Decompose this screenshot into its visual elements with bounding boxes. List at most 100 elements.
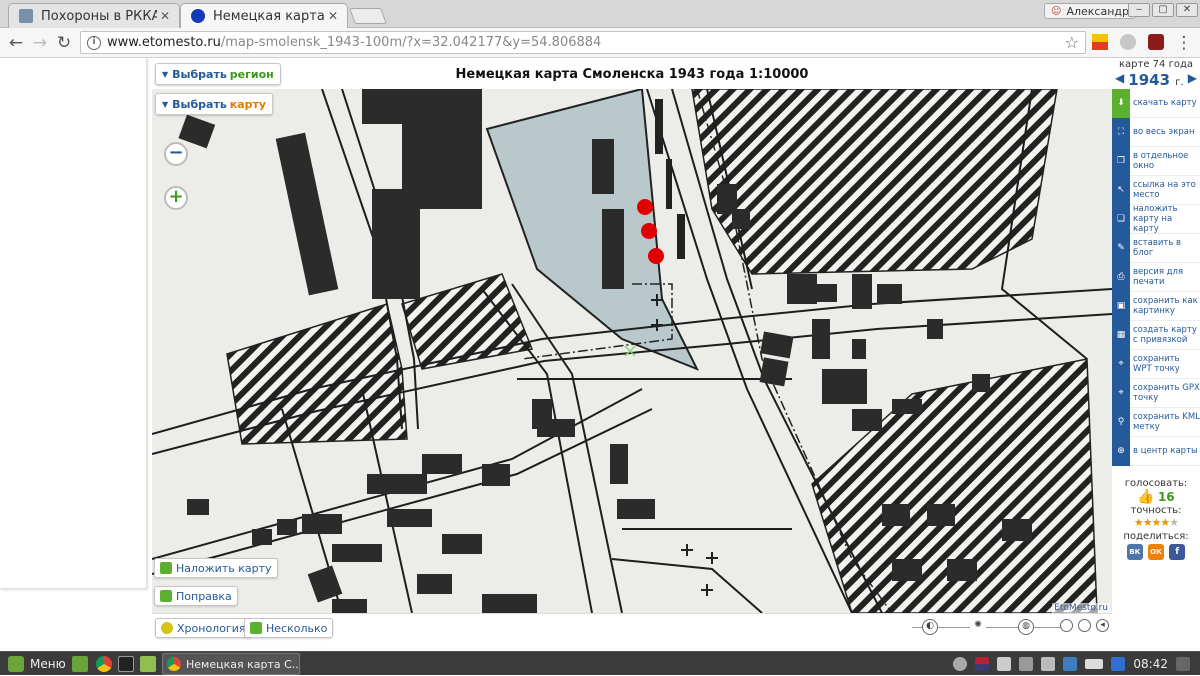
side-item-wpt[interactable]: ⌖ сохранить WPT точку (1112, 349, 1200, 379)
overlay-icon (160, 562, 172, 574)
correction-icon (160, 590, 172, 602)
new-tab-button[interactable] (349, 8, 387, 24)
share-facebook-button[interactable]: f (1169, 544, 1186, 560)
chevron-down-icon: ▼ (162, 69, 169, 79)
profile-button[interactable]: ☺ Александр (1044, 3, 1136, 19)
tab-title: Немецкая карта С (213, 8, 325, 24)
extension-circle-icon[interactable] (1120, 34, 1136, 50)
side-item-fullscreen[interactable]: ⛶ во весь экран (1112, 117, 1200, 147)
print-icon: ⎙ (1112, 262, 1130, 292)
close-icon[interactable]: ✕ (157, 9, 173, 23)
bluetooth-icon[interactable] (1111, 657, 1126, 671)
url-host: www.etomesto.ru (107, 35, 221, 50)
battery-icon[interactable] (1085, 659, 1104, 669)
info-icon[interactable]: i (87, 35, 101, 50)
user-icon[interactable] (953, 657, 968, 671)
share-vk-button[interactable]: ВК (1126, 544, 1143, 560)
side-item-overlay[interactable]: ❏ наложить карту на карту (1112, 204, 1200, 234)
opacity-icon[interactable]: ◍ (1018, 619, 1034, 635)
forward-arrow-icon[interactable]: → (30, 33, 50, 53)
side-item-print[interactable]: ⎙ версия для печати (1112, 262, 1200, 292)
side-item-blog[interactable]: ✎ вставить в блог (1112, 233, 1200, 263)
year-selector: карте 74 года 1943 г. ◀ ▶ (1112, 59, 1200, 89)
taskbar: Меню Немецкая карта С... 08:42 (0, 651, 1200, 675)
network-icon[interactable] (1019, 657, 1034, 671)
side-item-link[interactable]: ↖ ссылка на это место (1112, 175, 1200, 205)
layer-mid-icon[interactable] (1078, 619, 1091, 632)
zoom-in-button[interactable]: + (164, 186, 188, 210)
close-icon[interactable]: ✕ (325, 9, 341, 23)
side-item-center[interactable]: ⊕ в центр карты (1112, 436, 1200, 466)
map-marker-2 (641, 223, 657, 239)
address-bar[interactable]: i www.etomesto.ru /map-smolensk_1943-100… (80, 31, 1086, 54)
reload-icon[interactable]: ↻ (54, 33, 74, 53)
older-map-link[interactable]: карте 74 года (1112, 59, 1200, 71)
overlay-map-label: Наложить карту (176, 561, 272, 575)
clock[interactable]: 08:42 (1133, 657, 1168, 671)
volume-icon[interactable] (1041, 657, 1056, 671)
contrast-icon[interactable]: ◐ (922, 619, 938, 635)
wifi-icon[interactable] (997, 657, 1012, 671)
side-item-gpx[interactable]: ⌖ сохранить GPX точку (1112, 378, 1200, 408)
close-window-button[interactable]: ✕ (1176, 3, 1198, 17)
layer-up-icon[interactable] (1060, 619, 1073, 632)
keyboard-layout-flag-icon[interactable] (975, 657, 990, 671)
several-button[interactable]: Несколько (244, 618, 334, 638)
terminal-launcher-icon[interactable] (118, 656, 134, 672)
select-map-button[interactable]: ▼ Выбрать карту (155, 93, 274, 115)
taskbar-window-chrome[interactable]: Немецкая карта С... (162, 653, 300, 675)
minimize-button[interactable]: ‒ (1128, 3, 1150, 17)
pencil-icon: ✎ (1112, 233, 1130, 263)
map-canvas[interactable]: − + Наложить карту Поправка EtoMesto.ru (152, 89, 1112, 613)
files-launcher-icon[interactable] (140, 656, 156, 672)
vote-panel: голосовать: 👍 16 точность: ★★★★★ поделит… (1112, 478, 1200, 560)
tab-title: Похороны в РККА (41, 8, 157, 24)
share-label: поделиться: (1123, 531, 1189, 542)
accuracy-stars[interactable]: ★★★★★ (1112, 516, 1200, 529)
page-title: Немецкая карта Смоленска 1943 года 1:100… (455, 66, 809, 82)
select-region-word: регион (229, 67, 274, 81)
start-menu-button[interactable]: Меню (2, 654, 72, 674)
thumbs-up-icon[interactable]: 👍 (1137, 489, 1154, 505)
window-icon: ❐ (1112, 146, 1130, 176)
notification-icon[interactable] (1176, 657, 1190, 671)
share-ok-button[interactable]: ОК (1148, 544, 1164, 560)
select-region-prefix: Выбрать (172, 67, 227, 81)
correction-button[interactable]: Поправка (154, 586, 238, 606)
side-item-new-window[interactable]: ❐ в отдельное окно (1112, 146, 1200, 176)
prev-year-arrow-icon[interactable]: ◀ (1115, 71, 1124, 85)
year-number: 1943 (1128, 71, 1171, 89)
zoom-out-button[interactable]: − (164, 142, 188, 166)
vote-row: 👍 16 (1112, 489, 1200, 505)
bookmark-star-icon[interactable]: ☆ (1065, 33, 1079, 52)
brightness-icon[interactable]: ✺ (970, 619, 986, 635)
map-credit[interactable]: EtoMesto.ru (1052, 603, 1110, 613)
left-panel (0, 58, 147, 589)
tab-funerals[interactable]: Похороны в РККА ✕ (8, 3, 180, 28)
tab-favicon-icon (191, 9, 205, 23)
shield-icon[interactable] (1063, 657, 1078, 671)
maximize-button[interactable]: ▢ (1152, 3, 1174, 17)
extension-flag-icon[interactable] (1092, 34, 1108, 50)
start-menu-label: Меню (30, 657, 66, 671)
tab-german-map[interactable]: Немецкая карта С ✕ (180, 3, 348, 28)
back-arrow-icon[interactable]: ← (6, 33, 26, 53)
side-item-save-image[interactable]: ▣ сохранить как картинку (1112, 291, 1200, 321)
layer-back-icon[interactable]: ◂ (1096, 619, 1109, 632)
chronology-label: Хронология (177, 621, 246, 635)
next-year-arrow-icon[interactable]: ▶ (1188, 71, 1197, 85)
show-desktop-icon[interactable] (72, 656, 88, 672)
chronology-button[interactable]: Хронология (155, 618, 252, 638)
layers-icon: ❏ (1112, 204, 1130, 234)
select-region-button[interactable]: ▼ Выбрать регион (155, 63, 281, 85)
menu-icon[interactable]: ⋮ (1174, 33, 1194, 53)
side-item-kml[interactable]: ⚲ сохранить KML метку (1112, 407, 1200, 437)
system-tray: 08:42 (953, 652, 1200, 676)
overlay-map-button[interactable]: Наложить карту (154, 558, 278, 578)
side-item-download[interactable]: ⬇ скачать карту (1112, 88, 1200, 118)
side-menu: ⬇ скачать карту ⛶ во весь экран ❐ в отдельн… (1112, 88, 1200, 466)
url-path: /map-smolensk_1943-100m/?x=32.042177&y=5… (220, 35, 602, 50)
chrome-launcher-icon[interactable] (96, 656, 112, 672)
side-item-georef[interactable]: ▦ создать карту с привязкой (1112, 320, 1200, 350)
extension-ublock-icon[interactable] (1148, 34, 1164, 50)
